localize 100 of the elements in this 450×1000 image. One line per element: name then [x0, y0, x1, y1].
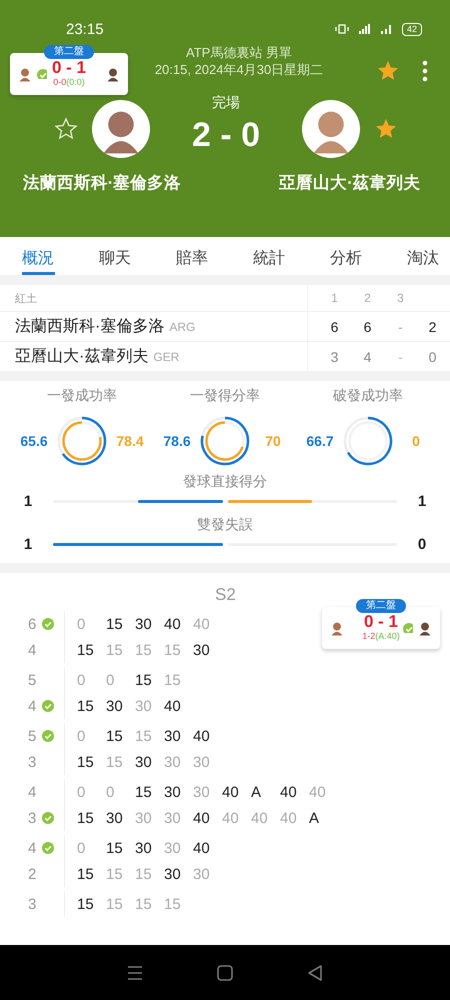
stat-label: 一發得分率 — [190, 387, 260, 405]
tab[interactable]: 分析 — [330, 237, 407, 275]
point-score: 40 — [164, 698, 182, 714]
point-score: 40 — [280, 810, 298, 826]
check-icon — [42, 812, 54, 824]
point-score: 30 — [135, 810, 153, 826]
tab[interactable]: 聊天 — [99, 237, 176, 275]
point-score: 40 — [222, 810, 240, 826]
more-icon[interactable] — [422, 59, 428, 83]
star-icon[interactable] — [54, 117, 78, 141]
stat-value: 1 — [22, 536, 34, 553]
tab[interactable]: 淘汰 — [407, 237, 450, 275]
point-score: 15 — [106, 728, 124, 744]
point-score: 15 — [77, 754, 95, 770]
stat-value: 65.6 — [19, 433, 49, 449]
battery-icon: 42 — [402, 22, 422, 36]
point-score: 40 — [309, 784, 327, 800]
point-score: 15 — [106, 616, 124, 632]
point-score: 30 — [106, 698, 124, 714]
set-score: 0 - 1 — [52, 59, 86, 77]
check-icon — [42, 618, 54, 630]
point-score: 0 — [77, 784, 86, 800]
match-status: 完場 — [212, 94, 240, 112]
stat-label: 發球直接得分 — [182, 473, 268, 491]
stat-value: 78.6 — [162, 433, 192, 449]
point-score: 40 — [164, 616, 182, 632]
game-score: 3 — [28, 896, 38, 912]
point-score: 15 — [135, 672, 153, 688]
stat-label: 破發成功率 — [333, 387, 403, 405]
point-score: (A:40) — [375, 631, 400, 641]
point-score: 15 — [164, 642, 182, 658]
table-cell-text: - — [397, 318, 404, 334]
ring-chart — [342, 415, 394, 467]
point-score: 30 — [164, 866, 182, 882]
check-icon — [42, 700, 54, 712]
match-score: 2 - 0 — [192, 116, 260, 155]
game-score: 0-0 — [53, 77, 66, 87]
game-score: 3 — [28, 754, 38, 770]
table-cell-text: 6 — [330, 318, 340, 334]
signal-icon — [358, 23, 370, 35]
match-datetime: 20:15, 2024年4月30日星期二 — [154, 61, 324, 78]
point-score: 30 — [135, 616, 153, 632]
point-score: 15 — [135, 728, 153, 744]
table-cell-text: 0 — [428, 348, 438, 364]
stat-label: 雙發失誤 — [196, 516, 254, 534]
tournament-title: ATP馬德裏站 男單 — [186, 44, 292, 61]
point-score: 0 — [106, 784, 116, 800]
back-icon[interactable] — [305, 962, 325, 982]
point-score: 30 — [164, 784, 182, 800]
point-score: A — [251, 784, 262, 800]
point-score: 30 — [193, 784, 211, 800]
player-name: 法蘭西斯科·塞倫多洛 — [15, 316, 164, 337]
game-score: 4 — [28, 642, 38, 658]
point-score: 15 — [135, 784, 153, 800]
player-name: 亞曆山大·茲韋列夫 — [279, 173, 421, 194]
point-score: 30 — [164, 810, 182, 826]
point-score: 15 — [77, 642, 95, 658]
point-score: 0 — [77, 672, 86, 688]
point-score: 15 — [106, 896, 124, 912]
point-score: 40 — [193, 728, 211, 744]
point-score: 30 — [193, 754, 211, 770]
point-score: 40 — [193, 840, 211, 856]
country-code: GER — [153, 350, 180, 364]
point-score: 15 — [106, 866, 124, 882]
point-score: 30 — [193, 866, 211, 882]
game-score: 4 — [28, 840, 38, 856]
stat-value: 66.7 — [305, 433, 335, 449]
point-score: 15 — [135, 896, 153, 912]
home-icon[interactable] — [215, 962, 235, 982]
point-score: 30 — [135, 754, 153, 770]
game-score: 4 — [28, 698, 38, 714]
table-cell-text: - — [397, 348, 404, 364]
avatar — [92, 100, 150, 158]
point-score: 0 — [77, 728, 86, 744]
point-score: (0:0) — [66, 77, 85, 87]
stat-value: 0 — [416, 536, 428, 553]
column-header: 3 — [396, 291, 405, 305]
table-cell-text: 4 — [362, 348, 372, 364]
tab[interactable]: 賠率 — [176, 237, 253, 275]
point-score: 0 — [77, 616, 86, 632]
set-score: 0 - 1 — [364, 613, 398, 631]
point-score: 30 — [106, 810, 124, 826]
stat-value: 1 — [22, 493, 34, 510]
point-score: 15 — [77, 866, 95, 882]
point-score: 30 — [164, 840, 182, 856]
point-score: 40 — [193, 810, 211, 826]
stat-value: 78.4 — [115, 433, 145, 449]
avatar — [302, 100, 360, 158]
check-icon — [42, 730, 54, 742]
country-code: ARG — [169, 320, 196, 334]
tab[interactable]: 統計 — [253, 237, 330, 275]
point-score: 0 — [106, 672, 116, 688]
point-score: 15 — [77, 896, 95, 912]
game-score: 5 — [28, 728, 38, 744]
stat-value: 0 — [411, 433, 421, 449]
status-time: 23:15 — [66, 20, 104, 38]
player-name: 亞曆山大·茲韋列夫 — [15, 346, 148, 367]
ring-chart — [199, 415, 251, 467]
point-score: 15 — [77, 810, 95, 826]
game-score: 4 — [28, 784, 38, 800]
